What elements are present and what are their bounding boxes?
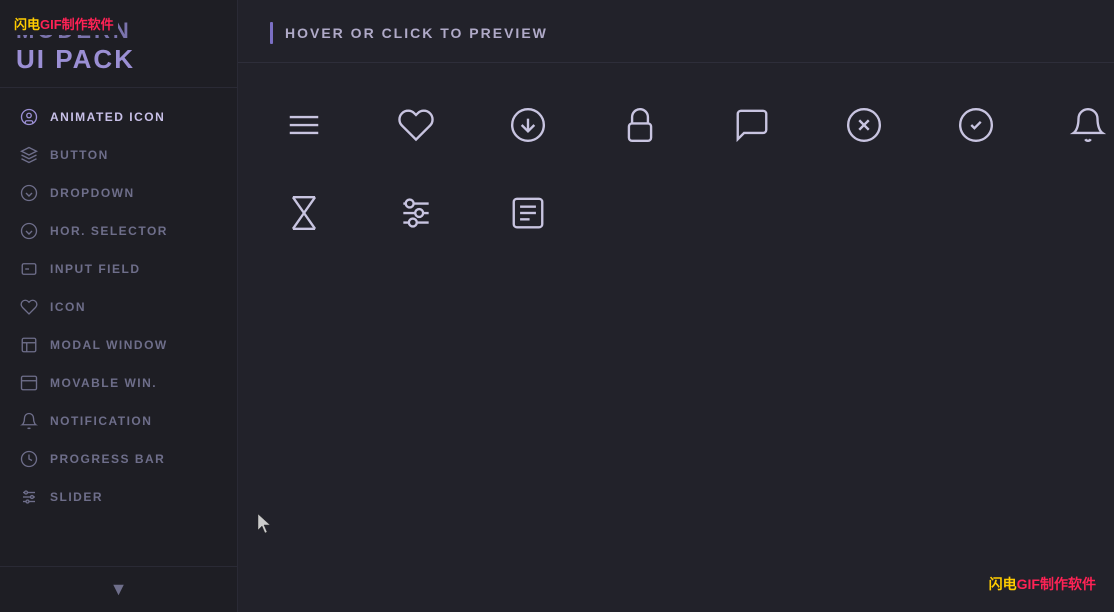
- sidebar-item-input-field[interactable]: INPUT FIELD: [0, 250, 237, 288]
- sidebar-item-modal-window[interactable]: MODAL WINDOW: [0, 326, 237, 364]
- sidebar-item-label: ANIMATED ICON: [50, 110, 165, 124]
- sidebar-item-label: NOTIFICATION: [50, 414, 152, 428]
- sidebar: 闪电GIF制作软件 MODERN UI PACK ANIMATED ICON: [0, 0, 238, 612]
- sidebar-item-hor-selector[interactable]: HOR. SELECTOR: [0, 212, 237, 250]
- button-icon: [20, 146, 38, 164]
- dropdown-icon: [20, 184, 38, 202]
- sidebar-item-movable-win[interactable]: MOVABLE WIN.: [0, 364, 237, 402]
- header-title: HOVER OR CLICK TO PREVIEW: [285, 25, 548, 41]
- logo-uipack: UI PACK: [16, 44, 221, 75]
- sidebar-item-label: SLIDER: [50, 490, 103, 504]
- input-field-icon: [20, 260, 38, 278]
- sidebar-item-animated-icon[interactable]: ANIMATED ICON: [0, 98, 237, 136]
- icons-row-2: [278, 187, 1114, 239]
- sidebar-item-label: MODAL WINDOW: [50, 338, 168, 352]
- close-circle-icon-item[interactable]: [838, 99, 890, 151]
- lock-icon-item[interactable]: [614, 99, 666, 151]
- sidebar-item-button[interactable]: BUTTON: [0, 136, 237, 174]
- hor-selector-icon: [20, 222, 38, 240]
- watermark-bottom-right: 闪电GIF制作软件: [989, 574, 1096, 594]
- sidebar-item-label: INPUT FIELD: [50, 262, 141, 276]
- movable-win-icon: [20, 374, 38, 392]
- sidebar-item-label: BUTTON: [50, 148, 109, 162]
- chevron-down-icon[interactable]: ▼: [110, 579, 128, 600]
- check-circle-icon-item[interactable]: [950, 99, 1002, 151]
- sidebar-item-label: PROGRESS BAR: [50, 452, 165, 466]
- sidebar-footer: ▼: [0, 566, 237, 612]
- sidebar-item-label: ICON: [50, 300, 86, 314]
- notification-icon: [20, 412, 38, 430]
- sidebar-item-label: DROPDOWN: [50, 186, 135, 200]
- hourglass-icon-item[interactable]: [278, 187, 330, 239]
- watermark-top-left: 闪电GIF制作软件: [10, 12, 118, 35]
- main-content: HOVER OR CLICK TO PREVIEW: [238, 0, 1114, 612]
- header-bar: [270, 22, 273, 44]
- icons-row-1: [278, 99, 1114, 151]
- icons-grid: [238, 63, 1114, 612]
- list-doc-icon-item[interactable]: [502, 187, 554, 239]
- sidebar-item-notification[interactable]: NOTIFICATION: [0, 402, 237, 440]
- sidebar-item-label: HOR. SELECTOR: [50, 224, 168, 238]
- bell-icon-item[interactable]: [1062, 99, 1114, 151]
- icon-icon: [20, 298, 38, 316]
- slider-icon: [20, 488, 38, 506]
- download-icon-item[interactable]: [502, 99, 554, 151]
- animated-icon-icon: [20, 108, 38, 126]
- modal-window-icon: [20, 336, 38, 354]
- sidebar-nav: ANIMATED ICON BUTTON DROPDOWN: [0, 88, 237, 566]
- sidebar-item-dropdown[interactable]: DROPDOWN: [0, 174, 237, 212]
- sidebar-item-slider[interactable]: SLIDER: [0, 478, 237, 516]
- chat-icon-item[interactable]: [726, 99, 778, 151]
- sidebar-item-progress-bar[interactable]: PROGRESS BAR: [0, 440, 237, 478]
- cursor-indicator: [258, 514, 272, 534]
- menu-icon-item[interactable]: [278, 99, 330, 151]
- heart-icon-item[interactable]: [390, 99, 442, 151]
- progress-bar-icon: [20, 450, 38, 468]
- sliders-icon-item[interactable]: [390, 187, 442, 239]
- main-header: HOVER OR CLICK TO PREVIEW: [238, 0, 1114, 63]
- sidebar-item-label: MOVABLE WIN.: [50, 376, 157, 390]
- sidebar-item-icon[interactable]: ICON: [0, 288, 237, 326]
